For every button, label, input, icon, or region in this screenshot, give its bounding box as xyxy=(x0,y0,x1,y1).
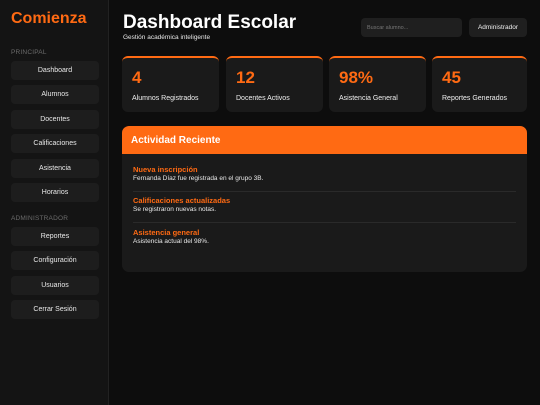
brand-logo: Comienza xyxy=(11,10,87,27)
stat-label: Docentes Activos xyxy=(236,95,290,102)
sidebar-item-horarios[interactable]: Horarios xyxy=(11,183,99,202)
section-label-administrador: ADMINISTRADOR xyxy=(11,215,69,222)
activity-item-title: Calificaciones actualizadas xyxy=(133,196,231,205)
activity-item-desc: Asistencia actual del 98%. xyxy=(133,238,209,245)
sidebar-item-alumnos[interactable]: Alumnos xyxy=(11,85,99,104)
admin-button[interactable]: Administrador xyxy=(469,18,527,37)
sidebar-item-reportes[interactable]: Reportes xyxy=(11,227,99,246)
stat-label: Alumnos Registrados xyxy=(132,95,199,102)
sidebar-item-configuracion[interactable]: Configuración xyxy=(11,251,99,270)
stat-label: Reportes Generados xyxy=(442,95,507,102)
stat-value: 98% xyxy=(339,68,374,87)
stat-card-alumnos: 4 Alumnos Registrados xyxy=(122,56,219,112)
activity-panel: Actividad Reciente Nueva inscripción Fer… xyxy=(122,126,527,272)
activity-item-desc: Se registraron nuevas notas. xyxy=(133,206,217,213)
stat-card-docentes: 12 Docentes Activos xyxy=(226,56,323,112)
stat-card-asistencia: 98% Asistencia General xyxy=(329,56,426,112)
sidebar-item-usuarios[interactable]: Usuarios xyxy=(11,276,99,295)
sidebar-item-asistencia[interactable]: Asistencia xyxy=(11,159,99,178)
sidebar-item-cerrar-sesion[interactable]: Cerrar Sesión xyxy=(11,300,99,319)
stat-value: 4 xyxy=(132,68,142,87)
section-label-principal: PRINCIPAL xyxy=(11,49,47,56)
page-subtitle: Gestión académica inteligente xyxy=(123,34,211,41)
sidebar: Comienza PRINCIPAL Dashboard Alumnos Doc… xyxy=(0,0,109,405)
stat-value: 12 xyxy=(236,68,255,87)
page-title: Dashboard Escolar xyxy=(123,12,297,33)
sidebar-item-calificaciones[interactable]: Calificaciones xyxy=(11,134,99,153)
sidebar-item-docentes[interactable]: Docentes xyxy=(11,110,99,129)
activity-title: Actividad Reciente xyxy=(122,126,527,154)
stat-card-reportes: 45 Reportes Generados xyxy=(432,56,527,112)
search-input[interactable] xyxy=(361,18,462,37)
activity-item-desc: Fernanda Díaz fue registrada en el grupo… xyxy=(133,175,264,182)
activity-item-title: Nueva inscripción xyxy=(133,165,198,174)
activity-item: Calificaciones actualizadas Se registrar… xyxy=(133,194,516,223)
stat-value: 45 xyxy=(442,68,461,87)
activity-item-title: Asistencia general xyxy=(133,228,200,237)
stat-label: Asistencia General xyxy=(339,95,398,102)
activity-item: Nueva inscripción Fernanda Díaz fue regi… xyxy=(133,163,516,192)
sidebar-item-dashboard[interactable]: Dashboard xyxy=(11,61,99,80)
activity-item: Asistencia general Asistencia actual del… xyxy=(133,226,516,254)
